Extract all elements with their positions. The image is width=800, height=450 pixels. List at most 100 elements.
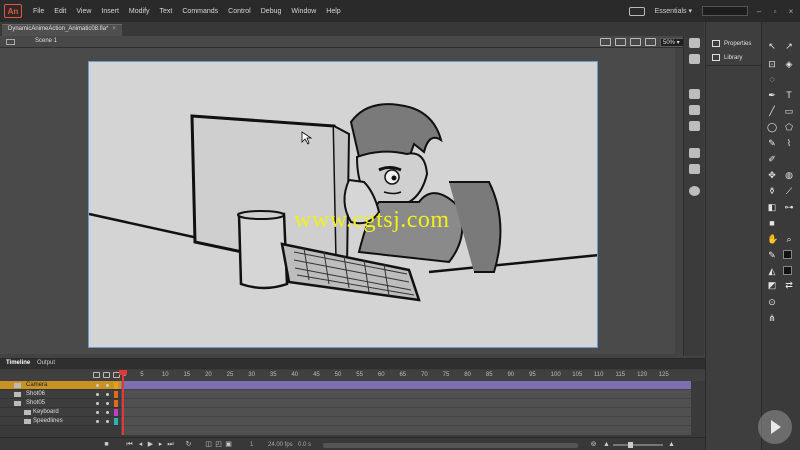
layer-outline-color[interactable]: [114, 400, 118, 407]
visibility-dot[interactable]: [96, 420, 99, 423]
sync-settings-icon[interactable]: [628, 6, 645, 16]
menu-edit[interactable]: Edit: [54, 8, 66, 15]
layer-outline-color[interactable]: [114, 391, 118, 398]
tab-output[interactable]: Output: [34, 360, 58, 366]
brush-tool-icon[interactable]: ✐: [767, 154, 777, 164]
onion-skin-icon[interactable]: ◫: [205, 441, 212, 448]
zoom-out-frames-icon[interactable]: ▲: [603, 441, 610, 448]
layer-row-keyboard[interactable]: Keyboard: [0, 408, 121, 417]
selection-tool-icon[interactable]: ↖: [767, 41, 777, 51]
minimize-icon[interactable]: –: [754, 7, 764, 16]
subselection-tool-icon[interactable]: ↗: [784, 41, 794, 51]
step-back-icon[interactable]: ◂: [137, 441, 144, 448]
scene-label[interactable]: Scene 1: [35, 38, 57, 44]
frame-row-shot05[interactable]: [121, 399, 691, 408]
edit-multiple-frames-icon[interactable]: ▣: [225, 441, 232, 448]
text-tool-icon[interactable]: T: [784, 90, 794, 100]
video-play-badge[interactable]: [758, 410, 792, 444]
layer-row-shot06[interactable]: Shot06: [0, 390, 121, 399]
show-hide-icon[interactable]: [93, 372, 100, 378]
width-tool-icon[interactable]: ⊶: [784, 202, 794, 212]
bone-tool-icon[interactable]: ✥: [767, 170, 777, 180]
code-snippets-icon[interactable]: [689, 186, 700, 196]
oval-tool-icon[interactable]: ◯: [767, 122, 777, 132]
edit-scene-icon[interactable]: [600, 38, 611, 46]
center-stage-icon[interactable]: [630, 38, 641, 46]
object-drawing-icon[interactable]: ⊙: [767, 297, 777, 307]
info-panel-icon[interactable]: [689, 89, 700, 99]
layer-name[interactable]: Shot05: [26, 400, 45, 406]
lock-dot[interactable]: [106, 393, 109, 396]
layer-name[interactable]: Camera: [26, 382, 47, 388]
frame-ruler[interactable]: 1 5 10 15 20 25 30 35 40 45 50 55 60 65 70 75 80 85 90 95 10…: [121, 370, 691, 381]
library-tab[interactable]: Library: [712, 54, 742, 61]
lock-dot[interactable]: [106, 420, 109, 423]
align-panel-icon[interactable]: [689, 105, 700, 115]
lock-dot[interactable]: [106, 384, 109, 387]
layer-name[interactable]: Speedlines: [33, 418, 63, 424]
transform-panel-icon[interactable]: [689, 121, 700, 131]
paint-bucket-tool-icon[interactable]: ◍: [784, 170, 794, 180]
camera-tool-icon[interactable]: ■: [767, 218, 777, 228]
current-frame[interactable]: 1: [250, 442, 253, 448]
zoom-tool-icon[interactable]: ⌕: [784, 234, 794, 244]
menu-modify[interactable]: Modify: [129, 8, 150, 15]
layer-name[interactable]: Keyboard: [33, 409, 59, 415]
fill-color-swatch[interactable]: [783, 266, 792, 275]
3d-rotation-tool-icon[interactable]: ◈: [784, 59, 794, 69]
play-icon[interactable]: ▶: [147, 441, 154, 448]
step-forward-icon[interactable]: ▸: [157, 441, 164, 448]
rectangle-tool-icon[interactable]: ▭: [784, 106, 794, 116]
workspace-select[interactable]: Essentials ▾: [651, 6, 696, 16]
playhead[interactable]: [122, 370, 124, 435]
close-tab-icon[interactable]: ×: [112, 26, 116, 32]
paint-brush-tool-icon[interactable]: ⌇: [784, 138, 794, 148]
menu-help[interactable]: Help: [326, 8, 340, 15]
polystar-tool-icon[interactable]: ⬠: [784, 122, 794, 132]
document-tab[interactable]: DynamicAnimeAction_Animatic08.fla* ×: [2, 24, 122, 36]
menu-window[interactable]: Window: [291, 8, 316, 15]
ink-bottle-tool-icon[interactable]: ⚱: [767, 186, 777, 196]
swap-colors-icon[interactable]: ⇄: [784, 280, 794, 290]
stage-canvas[interactable]: www.cgtsj.com: [88, 61, 598, 348]
frame-zoom-slider[interactable]: [628, 442, 633, 448]
menu-file[interactable]: File: [33, 8, 44, 15]
visibility-dot[interactable]: [96, 393, 99, 396]
zoom-in-frames-icon[interactable]: ▲: [668, 441, 675, 448]
frame-rate[interactable]: 24.00 fps: [268, 442, 293, 448]
snap-to-objects-icon[interactable]: ⋔: [767, 313, 777, 323]
lock-dot[interactable]: [106, 402, 109, 405]
layer-row-shot05[interactable]: Shot05: [0, 399, 121, 408]
black-white-icon[interactable]: ◩: [767, 280, 777, 290]
frame-row-speedlines[interactable]: [121, 417, 691, 426]
components-panel-icon[interactable]: [689, 148, 700, 158]
layer-row-camera[interactable]: Camera: [0, 381, 121, 390]
close-window-icon[interactable]: ×: [786, 7, 796, 16]
properties-tab[interactable]: Properties: [712, 40, 751, 47]
visibility-dot[interactable]: [96, 402, 99, 405]
go-first-frame-icon[interactable]: ⏮: [126, 441, 133, 448]
frame-row-keyboard[interactable]: [121, 408, 691, 417]
lock-dot[interactable]: [106, 411, 109, 414]
frame-row-camera[interactable]: [121, 381, 691, 390]
center-frame-icon[interactable]: ⊚: [590, 441, 597, 448]
lasso-tool-icon[interactable]: ◌: [767, 74, 777, 84]
edit-symbols-icon[interactable]: [615, 38, 626, 46]
visibility-dot[interactable]: [96, 411, 99, 414]
eraser-tool-icon[interactable]: ◧: [767, 202, 777, 212]
layer-outline-color[interactable]: [114, 382, 118, 389]
color-panel-icon[interactable]: [689, 38, 700, 48]
swatches-panel-icon[interactable]: [689, 54, 700, 64]
pen-tool-icon[interactable]: ✒: [767, 90, 777, 100]
hand-tool-icon[interactable]: ✋: [767, 234, 778, 244]
line-tool-icon[interactable]: ╱: [767, 106, 777, 116]
frame-row-shot06[interactable]: [121, 390, 691, 399]
onion-outline-icon[interactable]: ◰: [215, 441, 222, 448]
eyedropper-tool-icon[interactable]: ⟋: [784, 186, 794, 196]
clip-content-icon[interactable]: [645, 38, 656, 46]
menu-text[interactable]: Text: [160, 8, 173, 15]
frame-grid[interactable]: [121, 381, 691, 435]
pencil-tool-icon[interactable]: ✎: [767, 138, 777, 148]
loop-icon[interactable]: ↻: [185, 441, 192, 448]
motion-presets-icon[interactable]: [689, 164, 700, 174]
